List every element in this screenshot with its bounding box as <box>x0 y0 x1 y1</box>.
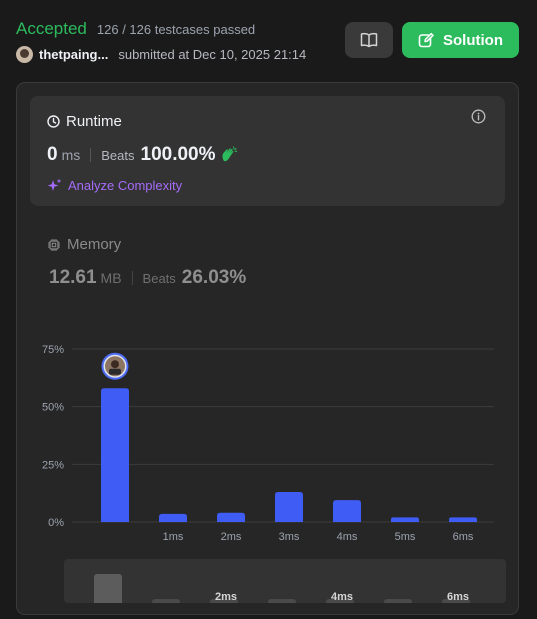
x-tick-label: 3ms <box>279 531 300 543</box>
minimap-bar <box>384 599 412 603</box>
minimap-label: 2ms <box>215 591 237 603</box>
book-icon <box>360 32 378 48</box>
x-tick-label: 2ms <box>221 531 242 543</box>
minimap-bars[interactable]: 2ms 4ms 6ms <box>64 559 506 603</box>
distribution-bar[interactable] <box>101 388 129 522</box>
submitted-time: submitted at Dec 10, 2025 21:14 <box>118 47 307 62</box>
x-tick-label: 1ms <box>163 531 184 543</box>
distribution-bar[interactable] <box>391 517 419 522</box>
runtime-distribution-chart[interactable]: 75% 50% 25% 0% 1ms 2ms 3ms 4ms 5ms 6ms <box>17 83 519 615</box>
y-tick-label: 75% <box>42 344 64 356</box>
status-line: Accepted 126 / 126 testcases passed <box>16 19 255 39</box>
chart-range-scroller[interactable]: 2ms 4ms 6ms <box>64 559 506 603</box>
avatar-body <box>109 368 121 375</box>
distribution-bar[interactable] <box>333 500 361 522</box>
distribution-bar[interactable] <box>449 517 477 522</box>
distribution-bar[interactable] <box>275 492 303 522</box>
avatar-head <box>111 360 119 369</box>
minimap-label: 6ms <box>447 591 469 603</box>
status-accepted: Accepted <box>16 19 87 38</box>
solution-label: Solution <box>443 31 503 49</box>
submission-header: Accepted 126 / 126 testcases passed thet… <box>0 0 537 80</box>
user-avatar[interactable] <box>16 46 33 63</box>
username-link[interactable]: thetpaing... <box>39 47 108 62</box>
minimap-bar <box>268 599 296 603</box>
distribution-bar[interactable] <box>217 512 245 522</box>
performance-panel: Runtime 0 ms Beats 100.00% Analyze Compl… <box>16 82 519 615</box>
submission-info: thetpaing... submitted at Dec 10, 2025 2… <box>16 46 306 63</box>
distribution-bar[interactable] <box>159 513 187 522</box>
solution-button[interactable]: Solution <box>402 22 519 58</box>
y-tick-label: 0% <box>48 517 64 529</box>
x-tick-label: 4ms <box>337 531 358 543</box>
minimap-bar <box>152 599 180 603</box>
editorial-button[interactable] <box>345 22 393 58</box>
minimap-bar <box>94 574 122 603</box>
x-tick-label: 5ms <box>395 531 416 543</box>
y-tick-label: 25% <box>42 459 64 471</box>
x-tick-label: 6ms <box>453 531 474 543</box>
minimap-label: 4ms <box>331 591 353 603</box>
y-tick-label: 50% <box>42 402 64 414</box>
testcases-count: 126 / 126 testcases passed <box>96 22 256 37</box>
edit-icon <box>418 32 434 48</box>
